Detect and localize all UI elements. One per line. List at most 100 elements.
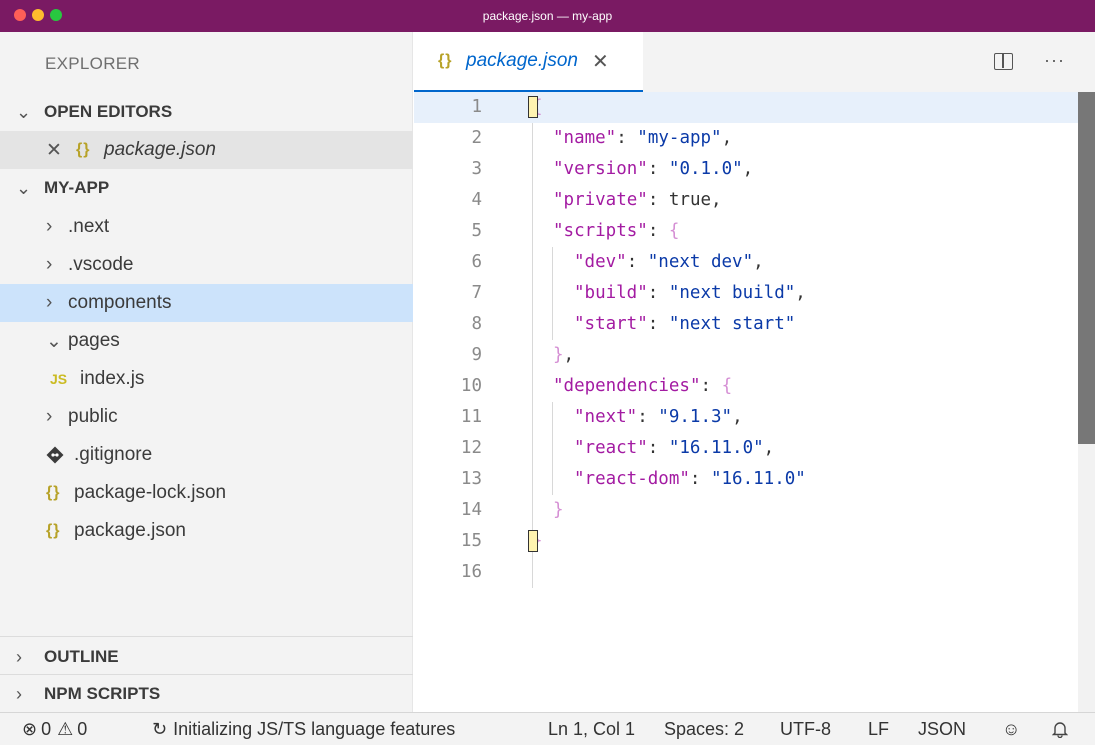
chevron-right-icon: ›: [16, 646, 22, 667]
code-text: "version": "0.1.0",: [553, 154, 753, 185]
code-token: "0.1.0": [668, 159, 743, 179]
tree-item-pages[interactable]: ⌄ pages: [0, 322, 413, 360]
code-token: :: [647, 314, 669, 334]
open-editor-item[interactable]: ✕ {} package.json: [0, 131, 413, 169]
code-text: "start": "next start": [574, 309, 795, 340]
chevron-right-icon: ›: [16, 683, 22, 704]
notifications-bell-icon[interactable]: [1052, 720, 1068, 738]
scrollbar-thumb[interactable]: [1078, 92, 1095, 444]
code-text: "build": "next build",: [574, 278, 806, 309]
tree-item-package-lock-json[interactable]: {} package-lock.json: [0, 474, 413, 512]
code-line[interactable]: 9},: [414, 340, 1078, 371]
tab-package-json[interactable]: {} package.json ✕: [414, 32, 643, 92]
code-token: "name": [553, 128, 617, 148]
code-token: "react-dom": [574, 469, 690, 489]
code-token: ,: [742, 159, 754, 179]
tree-item-index-js[interactable]: JS index.js: [0, 360, 413, 398]
problems-indicator[interactable]: ⊗ 0 ⚠ 0: [22, 719, 87, 740]
eol-setting[interactable]: LF: [868, 719, 889, 740]
tree-item-label: .next: [68, 216, 110, 237]
code-text: "dev": "next dev",: [574, 247, 764, 278]
line-number: 11: [460, 407, 482, 427]
chevron-right-icon: ›: [46, 254, 53, 275]
code-line[interactable]: 12 "react": "16.11.0",: [414, 433, 1078, 464]
code-line[interactable]: 6 "dev": "next dev",: [414, 247, 1078, 278]
close-icon[interactable]: ✕: [592, 49, 609, 74]
code-token: "next start": [668, 314, 796, 334]
code-token: :: [647, 283, 669, 303]
project-section-header[interactable]: ⌄ MY-APP: [0, 169, 413, 207]
encoding-setting[interactable]: UTF-8: [780, 719, 831, 740]
tree-item-vscode[interactable]: › .vscode: [0, 246, 413, 284]
code-line[interactable]: 15}: [414, 526, 1078, 557]
tree-item-package-json[interactable]: {} package.json: [0, 512, 413, 550]
code-token: "next": [574, 407, 638, 427]
npm-scripts-section-header[interactable]: › NPM SCRIPTS: [0, 675, 413, 713]
cursor-position[interactable]: Ln 1, Col 1: [548, 719, 635, 740]
tree-item-components[interactable]: › components: [0, 284, 413, 322]
feedback-smiley-icon[interactable]: ☺: [1002, 719, 1020, 740]
code-line[interactable]: 5 "scripts": {: [414, 216, 1078, 247]
line-number: 1: [471, 97, 482, 117]
code-line[interactable]: 4 "private": true,: [414, 185, 1078, 216]
code-token: {: [721, 376, 733, 396]
code-token: ,: [721, 128, 733, 148]
code-token: "start": [574, 314, 648, 334]
close-icon[interactable]: ✕: [46, 139, 76, 162]
status-bar: ⊗ 0 ⚠ 0 ↻ Initializing JS/TS language fe…: [0, 712, 1095, 745]
code-token: "version": [553, 159, 648, 179]
line-number: 3: [471, 159, 482, 179]
code-line[interactable]: 16: [414, 557, 1078, 588]
code-text: "react-dom": "16.11.0": [574, 464, 806, 495]
chevron-right-icon: ›: [46, 406, 53, 427]
error-icon: ⊗: [22, 719, 38, 739]
code-token: ,: [763, 438, 775, 458]
code-token: "next build": [668, 283, 796, 303]
task-status[interactable]: ↻ Initializing JS/TS language features: [152, 719, 455, 740]
chevron-down-icon: ⌄: [46, 330, 62, 352]
code-line[interactable]: 14}: [414, 495, 1078, 526]
vertical-scrollbar[interactable]: [1078, 92, 1095, 712]
line-number: 14: [460, 500, 482, 520]
code-text: "private": true,: [553, 185, 722, 216]
code-line[interactable]: 10 "dependencies": {: [414, 371, 1078, 402]
code-token: "dev": [574, 252, 627, 272]
code-token: "build": [574, 283, 648, 303]
more-actions-icon[interactable]: ···: [1044, 50, 1065, 71]
code-line[interactable]: 1{: [414, 92, 1078, 123]
code-line[interactable]: 8 "start": "next start": [414, 309, 1078, 340]
tree-item-public[interactable]: › public: [0, 398, 413, 436]
tree-item-label: .gitignore: [74, 444, 153, 465]
explorer-header: EXPLORER: [45, 54, 140, 73]
split-editor-icon[interactable]: [994, 53, 1013, 70]
code-token: :: [700, 376, 722, 396]
code-line[interactable]: 7 "build": "next build",: [414, 278, 1078, 309]
title-bar: package.json — my-app: [0, 0, 1095, 32]
code-token: :: [637, 407, 659, 427]
code-token: "16.11.0": [668, 438, 764, 458]
code-token: "my-app": [637, 128, 722, 148]
json-braces-icon: {}: [76, 141, 91, 158]
task-status-text: Initializing JS/TS language features: [173, 719, 456, 739]
tree-item-gitignore[interactable]: .gitignore: [0, 436, 413, 474]
code-line[interactable]: 3 "version": "0.1.0",: [414, 154, 1078, 185]
code-line[interactable]: 2 "name": "my-app",: [414, 123, 1078, 154]
open-editors-section-header[interactable]: ⌄ OPEN EDITORS: [0, 93, 413, 131]
code-line[interactable]: 11 "next": "9.1.3",: [414, 402, 1078, 433]
code-text: "react": "16.11.0",: [574, 433, 774, 464]
explorer-sidebar: EXPLORER ⌄ OPEN EDITORS ✕ {} package.jso…: [0, 32, 413, 712]
code-text: "name": "my-app",: [553, 123, 732, 154]
outline-section-header[interactable]: › OUTLINE: [0, 638, 413, 676]
language-mode[interactable]: JSON: [918, 719, 966, 740]
indentation-setting[interactable]: Spaces: 2: [664, 719, 744, 740]
outline-label: OUTLINE: [44, 647, 119, 666]
tree-item-next[interactable]: › .next: [0, 208, 413, 246]
code-token: {: [668, 221, 680, 241]
code-text: "dependencies": {: [553, 371, 732, 402]
code-editor[interactable]: 1{2"name": "my-app",3"version": "0.1.0",…: [414, 92, 1095, 712]
code-line[interactable]: 13 "react-dom": "16.11.0": [414, 464, 1078, 495]
code-token: "dependencies": [553, 376, 701, 396]
tree-item-label: pages: [68, 330, 120, 351]
json-braces-icon: {}: [46, 484, 61, 501]
code-token: :: [647, 159, 669, 179]
